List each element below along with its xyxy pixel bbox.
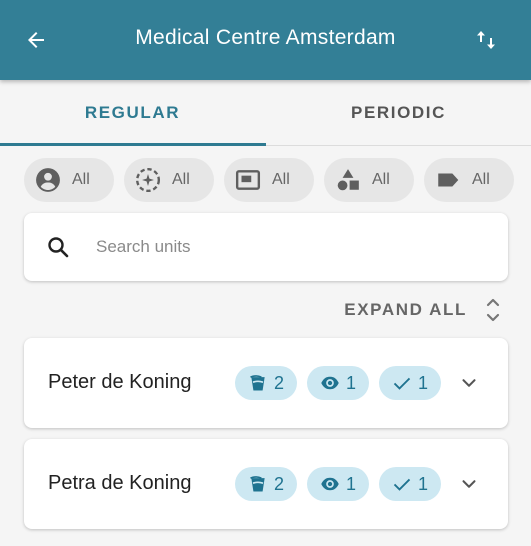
page-title: Medical Centre Amsterdam [135, 26, 396, 49]
bucket-count-badge: 2 [235, 467, 297, 501]
filter-chip-shapes[interactable]: All [324, 158, 414, 202]
bucket-count-badge: 2 [235, 366, 297, 400]
unit-name: Petra de Koning [48, 472, 192, 494]
eye-icon [321, 477, 339, 491]
eye-count-badge: 1 [307, 366, 369, 400]
bucket-icon [250, 375, 265, 391]
check-count-badge: 1 [379, 467, 441, 501]
filter-chip-person[interactable]: All [24, 158, 114, 202]
badge-count: 2 [273, 473, 284, 494]
tab-bar: REGULAR PERIODIC [0, 80, 531, 146]
badge-count: 2 [273, 372, 284, 393]
filter-chips: All All All All All [24, 158, 514, 202]
unit-name: Peter de Koning [48, 371, 192, 393]
chevron-down-icon[interactable] [458, 473, 480, 495]
filter-chip-label: All [472, 171, 490, 188]
search-box [24, 213, 508, 281]
unfold-icon [486, 298, 500, 322]
eye-count-badge: 1 [307, 467, 369, 501]
person-circle-icon [34, 166, 62, 194]
unit-card[interactable]: Petra de Koning 2 1 1 [24, 439, 508, 529]
filter-chip-target[interactable]: All [124, 158, 214, 202]
badge-count: 1 [345, 473, 356, 494]
badge-count: 1 [417, 372, 428, 393]
display-icon [234, 166, 262, 194]
badge-count: 1 [417, 473, 428, 494]
filter-chip-label: All [272, 171, 290, 188]
tag-icon [434, 166, 462, 194]
check-icon [393, 478, 411, 491]
chevron-down-icon[interactable] [458, 372, 480, 394]
check-count-badge: 1 [379, 366, 441, 400]
filter-chip-display[interactable]: All [224, 158, 314, 202]
tab-regular[interactable]: REGULAR [0, 80, 265, 146]
filter-chip-label: All [172, 171, 190, 188]
search-icon [48, 237, 69, 258]
dashed-target-icon [134, 166, 162, 194]
tab-active-indicator [0, 143, 266, 146]
check-icon [393, 377, 411, 390]
search-input[interactable] [96, 229, 486, 265]
eye-icon [321, 376, 339, 390]
app-bar: Medical Centre Amsterdam [0, 0, 531, 80]
filter-chip-label: All [372, 171, 390, 188]
expand-all-label: EXPAND ALL [344, 300, 467, 319]
expand-all-button[interactable]: EXPAND ALL [344, 294, 501, 326]
sort-button[interactable] [472, 26, 500, 54]
filter-chip-tag[interactable]: All [424, 158, 514, 202]
unit-card[interactable]: Peter de Koning 2 1 1 [24, 338, 508, 428]
bucket-icon [250, 476, 265, 492]
sort-arrows-icon [477, 31, 495, 49]
badge-count: 1 [345, 372, 356, 393]
tab-periodic[interactable]: PERIODIC [266, 80, 531, 146]
shapes-icon [334, 166, 362, 194]
filter-chip-label: All [72, 171, 90, 188]
